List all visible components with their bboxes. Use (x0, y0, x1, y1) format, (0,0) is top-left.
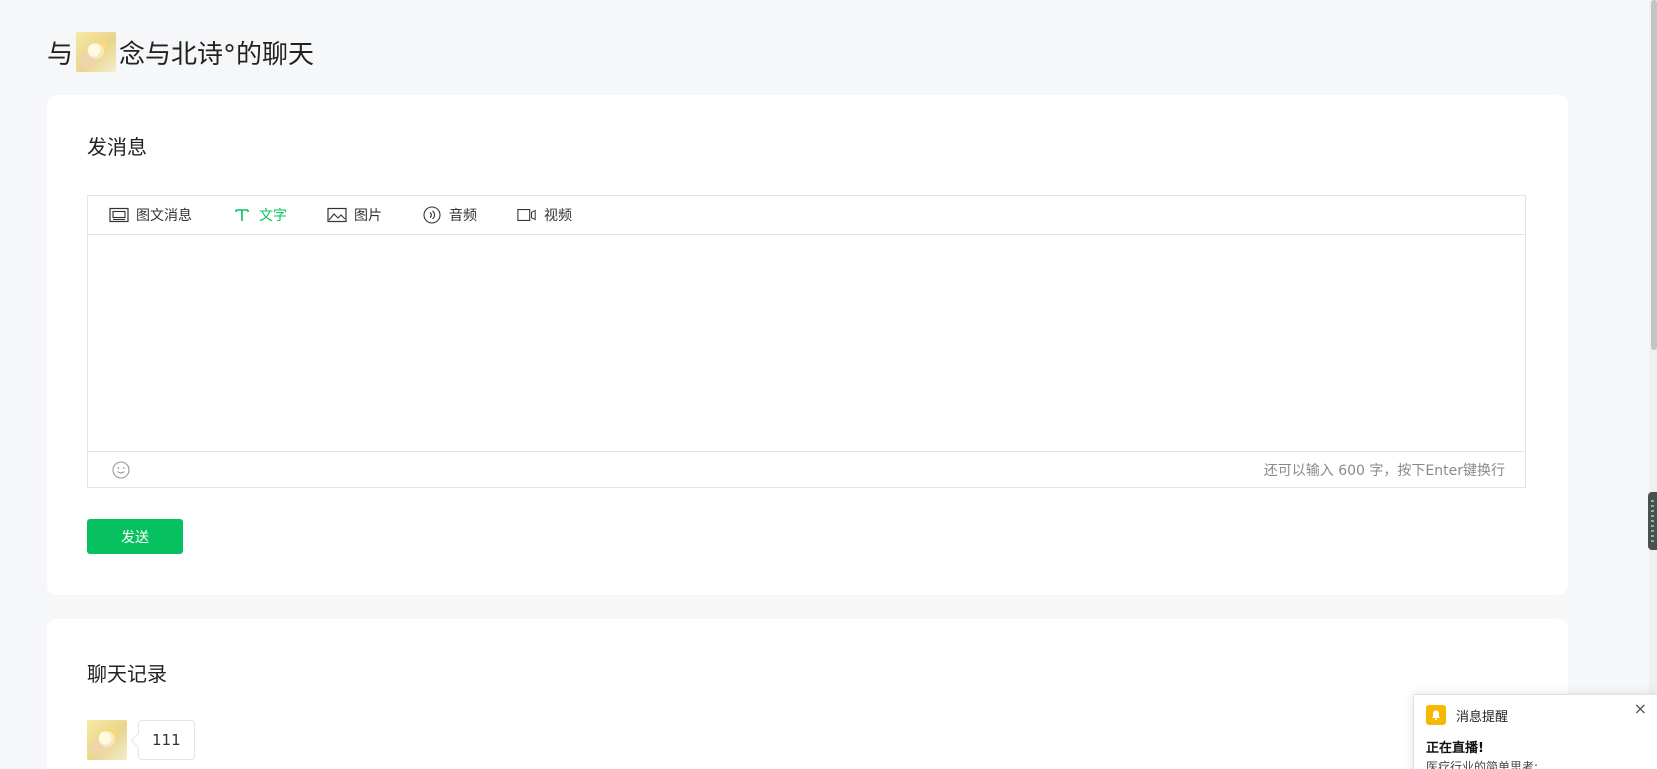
page-title-name: 念与北诗°的聊天 (119, 39, 315, 70)
message-editor: 图文消息 文字 图片 音频 视频 还可以输入 600 字，按下Enter键换行 (87, 195, 1526, 488)
tab-image[interactable]: 图片 (327, 196, 382, 234)
close-icon[interactable]: × (1634, 701, 1647, 717)
audio-icon (422, 206, 442, 224)
character-counter: 还可以输入 600 字，按下Enter键换行 (1263, 462, 1505, 479)
message-bubble: 111 (138, 720, 195, 760)
history-section-title: 聊天记录 (87, 662, 167, 686)
notification-title: 消息提醒 (1456, 709, 1509, 725)
scrollbar-thumb[interactable] (1651, 0, 1657, 350)
send-button[interactable]: 发送 (87, 519, 183, 554)
notification-body[interactable]: 医疗行业的简单思考: (1426, 758, 1538, 769)
emoji-icon[interactable] (112, 460, 130, 479)
send-message-card: 发消息 图文消息 文字 图片 音频 视频 还可以输入 600 字，按下Enter… (47, 95, 1568, 595)
message-input-area[interactable] (88, 235, 1525, 451)
tab-text[interactable]: 文字 (232, 196, 287, 234)
editor-footer: 还可以输入 600 字，按下Enter键换行 (88, 451, 1525, 487)
page-title: 与 念与北诗°的聊天 (47, 30, 314, 74)
text-icon (232, 206, 252, 224)
sender-avatar (87, 720, 127, 760)
tab-audio[interactable]: 音频 (422, 196, 477, 234)
page-title-prefix: 与 (47, 39, 74, 70)
notification-popup: 消息提醒 × 正在直播! 医疗行业的简单思考: (1413, 694, 1657, 769)
chat-page: 与 念与北诗°的聊天 发消息 图文消息 文字 图片 音频 视频 还可以输入 60… (0, 0, 1657, 769)
chat-message: 111 (87, 720, 195, 760)
tab-video-label: 视频 (544, 208, 572, 224)
send-section-title: 发消息 (87, 135, 147, 159)
tab-text-label: 文字 (259, 208, 287, 224)
contact-avatar (76, 32, 117, 72)
notification-headline: 正在直播! (1426, 741, 1484, 756)
image-icon (327, 206, 347, 224)
chat-history-card: 聊天记录 111 (47, 619, 1568, 769)
video-icon (517, 206, 537, 224)
page-scrollbar[interactable] (1649, 0, 1657, 769)
tab-video[interactable]: 视频 (517, 196, 572, 234)
tab-article[interactable]: 图文消息 (109, 196, 192, 234)
message-type-tabs: 图文消息 文字 图片 音频 视频 (88, 196, 1525, 235)
bell-icon (1426, 705, 1446, 725)
side-widget-tab[interactable] (1648, 492, 1657, 550)
tab-audio-label: 音频 (449, 208, 477, 224)
tab-image-label: 图片 (354, 208, 382, 224)
tab-article-label: 图文消息 (136, 208, 192, 224)
notification-header: 消息提醒 (1426, 705, 1508, 725)
article-icon (109, 206, 129, 224)
